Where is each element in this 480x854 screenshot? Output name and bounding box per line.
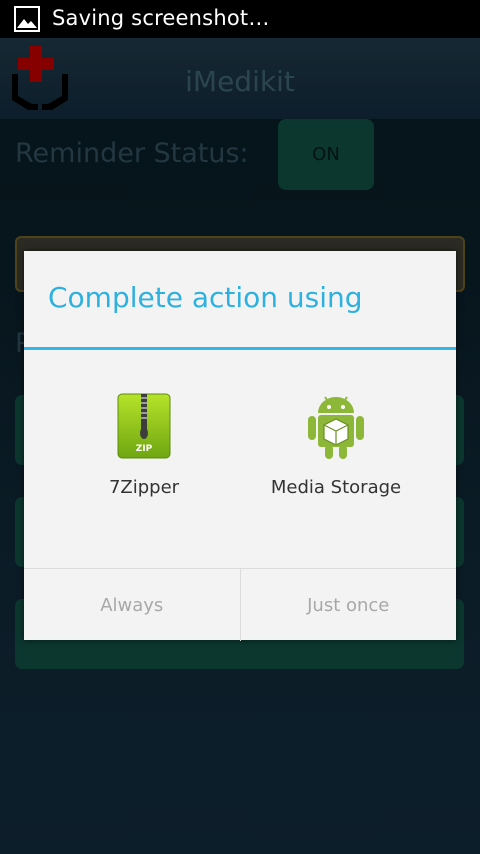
dialog-title: Complete action using xyxy=(48,281,363,314)
dialog-button-row: Always Just once xyxy=(24,568,456,641)
app-option-7zipper[interactable]: ZIP 7Zipper xyxy=(54,391,234,511)
always-button[interactable]: Always xyxy=(24,569,240,641)
app-option-media-storage[interactable]: Media Storage xyxy=(246,391,426,511)
just-once-button[interactable]: Just once xyxy=(241,569,457,641)
svg-text:ZIP: ZIP xyxy=(136,444,153,454)
app-option-label: Media Storage xyxy=(270,477,402,498)
status-bar: Saving screenshot… xyxy=(0,0,480,38)
image-icon xyxy=(14,6,40,32)
chooser-dialog: Complete action using ZIP 7Zipper Media … xyxy=(24,251,456,641)
app-option-label: 7Zipper xyxy=(108,477,180,498)
android-box-icon xyxy=(308,396,364,459)
zip-archive-icon: ZIP xyxy=(117,393,171,459)
dialog-divider xyxy=(24,347,456,350)
notification-text: Saving screenshot… xyxy=(52,6,270,30)
